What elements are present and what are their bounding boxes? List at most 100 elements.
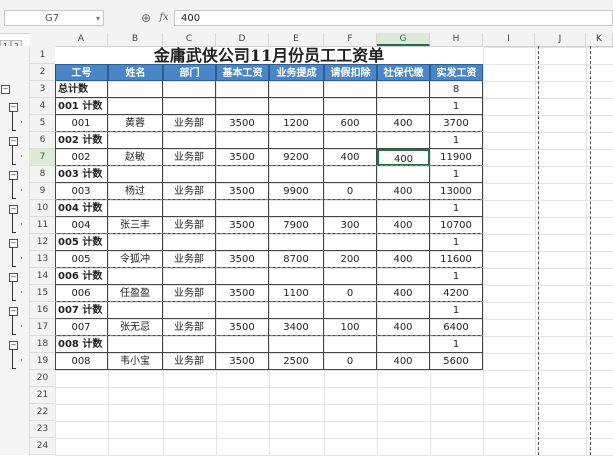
table-cell[interactable]: 9200 — [269, 149, 324, 166]
table-cell[interactable] — [269, 200, 324, 217]
table-cell[interactable]: 7900 — [269, 217, 324, 234]
collapse-button[interactable]: − — [9, 102, 18, 112]
table-cell[interactable]: 003 — [55, 183, 108, 200]
fx-icon[interactable]: fx — [156, 10, 172, 26]
row-header-22[interactable]: 22 — [30, 404, 55, 421]
row-header-8[interactable]: 8 — [30, 166, 55, 183]
table-cell[interactable] — [377, 200, 430, 217]
row-header-12[interactable]: 12 — [30, 234, 55, 251]
row-header-21[interactable]: 21 — [30, 387, 55, 404]
table-cell[interactable]: 100 — [324, 319, 377, 336]
table-cell[interactable]: 400 — [377, 183, 430, 200]
header-cell[interactable]: 姓名 — [108, 64, 163, 81]
table-cell[interactable]: 0 — [324, 285, 377, 302]
table-cell[interactable] — [216, 98, 269, 115]
table-cell[interactable] — [269, 336, 324, 353]
table-cell[interactable]: 张无忌 — [108, 319, 163, 336]
sheet-title[interactable]: 金庸武侠公司11月份员工工资单 — [55, 47, 483, 64]
group-count[interactable]: 1 — [430, 336, 483, 353]
table-cell[interactable] — [377, 81, 430, 98]
row-header-13[interactable]: 13 — [30, 251, 55, 268]
group-count-label[interactable]: 004 计数 — [55, 200, 108, 217]
row-header-18[interactable]: 18 — [30, 336, 55, 353]
table-cell[interactable] — [163, 81, 216, 98]
row-header-20[interactable]: 20 — [30, 370, 55, 387]
table-cell[interactable]: 业务部 — [163, 149, 216, 166]
header-cell[interactable]: 业务提成 — [269, 64, 324, 81]
table-cell[interactable]: 0 — [324, 353, 377, 370]
table-cell[interactable] — [324, 166, 377, 183]
table-cell[interactable] — [163, 166, 216, 183]
table-cell[interactable] — [324, 234, 377, 251]
table-cell[interactable]: 赵敏 — [108, 149, 163, 166]
column-header-b[interactable]: B — [108, 33, 163, 46]
zoom-icon[interactable]: ⊕ — [138, 10, 154, 26]
collapse-button[interactable]: − — [9, 204, 18, 214]
table-cell[interactable]: 400 — [324, 149, 377, 166]
column-header-e[interactable]: E — [269, 33, 324, 46]
table-cell[interactable] — [377, 98, 430, 115]
table-cell[interactable] — [216, 81, 269, 98]
table-cell[interactable]: 3500 — [216, 319, 269, 336]
header-cell[interactable]: 工号 — [55, 64, 108, 81]
row-header-19[interactable]: 19 — [30, 353, 55, 370]
group-count[interactable]: 1 — [430, 234, 483, 251]
row-header-16[interactable]: 16 — [30, 302, 55, 319]
table-cell[interactable] — [377, 132, 430, 149]
table-cell[interactable] — [269, 234, 324, 251]
collapse-button[interactable]: − — [9, 272, 18, 282]
row-header-24[interactable]: 24 — [30, 438, 55, 455]
group-count[interactable]: 1 — [430, 132, 483, 149]
table-cell[interactable]: 5600 — [430, 353, 483, 370]
table-cell[interactable] — [163, 200, 216, 217]
collapse-button[interactable]: − — [9, 340, 18, 350]
column-header-j[interactable]: J — [535, 33, 586, 46]
header-cell[interactable]: 社保代缴 — [377, 64, 430, 81]
table-cell[interactable]: 3500 — [216, 149, 269, 166]
column-header-i[interactable]: I — [483, 33, 535, 46]
table-cell[interactable] — [216, 302, 269, 319]
group-count-label[interactable]: 006 计数 — [55, 268, 108, 285]
row-header-7[interactable]: 7 — [30, 149, 55, 166]
table-cell[interactable]: 10700 — [430, 217, 483, 234]
table-cell[interactable]: 业务部 — [163, 115, 216, 132]
collapse-button[interactable]: − — [1, 85, 10, 94]
table-cell[interactable]: 008 — [55, 353, 108, 370]
group-count-label[interactable]: 002 计数 — [55, 132, 108, 149]
table-cell[interactable] — [269, 81, 324, 98]
table-cell[interactable] — [377, 234, 430, 251]
table-cell[interactable]: 600 — [324, 115, 377, 132]
table-cell[interactable]: 张三丰 — [108, 217, 163, 234]
column-header-h[interactable]: H — [430, 33, 483, 46]
table-cell[interactable]: 6400 — [430, 319, 483, 336]
table-cell[interactable] — [269, 268, 324, 285]
group-count-label[interactable]: 005 计数 — [55, 234, 108, 251]
group-count[interactable]: 1 — [430, 302, 483, 319]
table-cell[interactable]: 业务部 — [163, 183, 216, 200]
table-cell[interactable] — [108, 336, 163, 353]
table-cell[interactable] — [163, 302, 216, 319]
table-cell[interactable]: 3500 — [216, 285, 269, 302]
row-header-4[interactable]: 4 — [30, 98, 55, 115]
table-cell[interactable] — [216, 234, 269, 251]
table-cell[interactable] — [216, 200, 269, 217]
table-cell[interactable]: 3500 — [216, 115, 269, 132]
table-cell[interactable]: 2500 — [269, 353, 324, 370]
table-cell[interactable]: 400 — [377, 319, 430, 336]
table-cell[interactable]: 005 — [55, 251, 108, 268]
column-header-f[interactable]: F — [324, 33, 377, 46]
column-header-d[interactable]: D — [216, 33, 269, 46]
table-cell[interactable] — [377, 268, 430, 285]
table-cell[interactable]: 1200 — [269, 115, 324, 132]
table-cell[interactable]: 007 — [55, 319, 108, 336]
table-cell[interactable] — [163, 234, 216, 251]
table-cell[interactable]: 业务部 — [163, 353, 216, 370]
table-cell[interactable] — [216, 336, 269, 353]
row-header-23[interactable]: 23 — [30, 421, 55, 438]
row-header-5[interactable]: 5 — [30, 115, 55, 132]
table-cell[interactable]: 3500 — [216, 217, 269, 234]
selected-cell[interactable]: 400 — [377, 149, 430, 166]
table-cell[interactable]: 0 — [324, 183, 377, 200]
table-cell[interactable] — [108, 200, 163, 217]
table-cell[interactable] — [377, 336, 430, 353]
